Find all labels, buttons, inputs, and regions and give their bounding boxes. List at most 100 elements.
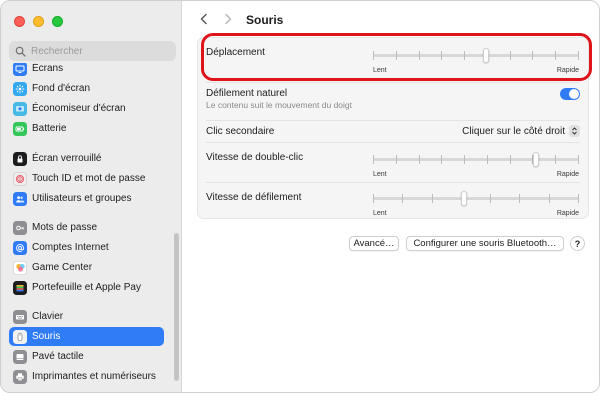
sidebar-item-batterie[interactable]: Batterie	[9, 119, 164, 138]
chevron-left-icon[interactable]	[197, 12, 211, 26]
sidebar-item-imprimantes[interactable]: Imprimantes et numériseurs	[9, 367, 164, 386]
advanced-button[interactable]: Avancé…	[349, 236, 399, 251]
game-center-icon	[13, 260, 27, 275]
trackpad-icon	[13, 349, 27, 364]
sidebar-item-label: Comptes Internet	[32, 242, 109, 253]
wallpaper-icon	[13, 81, 27, 96]
secondary-click-label: Clic secondaire	[206, 126, 275, 137]
sidebar-item-label: Fond d'écran	[32, 83, 91, 94]
fingerprint-icon	[13, 171, 27, 186]
slider-knob[interactable]	[483, 48, 489, 63]
help-button[interactable]: ?	[570, 236, 585, 251]
configure-bluetooth-mouse-button[interactable]: Configurer une souris Bluetooth…	[406, 236, 564, 251]
double-click-speed-label: Vitesse de double-clic	[206, 152, 304, 163]
slider-knob[interactable]	[461, 191, 467, 206]
search-icon	[15, 46, 26, 57]
sidebar-item-label: Utilisateurs et groupes	[32, 193, 132, 204]
printer-icon	[13, 369, 27, 384]
sidebar-item-portefeuille[interactable]: Portefeuille et Apple Pay	[9, 278, 164, 297]
tracking-speed-row: Déplacement Lent Rapide	[198, 38, 588, 82]
sidebar-item-label: Économiseur d'écran	[32, 103, 126, 114]
sidebar-item-label: Souris	[32, 331, 61, 342]
sidebar-list: Écrans Fond d'écran Économiseur d'écran …	[1, 63, 182, 392]
slider-tick	[510, 155, 511, 164]
slider-tick	[532, 51, 533, 60]
slider-tick	[373, 51, 374, 60]
scroll-speed-slider[interactable]: Lent Rapide	[373, 188, 579, 218]
page-title: Souris	[246, 13, 284, 27]
natural-scroll-description: Le contenu suit le mouvement du doigt	[206, 100, 353, 110]
close-window-button[interactable]	[14, 16, 25, 27]
slider-tick	[396, 51, 397, 60]
slider-tick	[419, 155, 420, 164]
sidebar-item-comptes-internet[interactable]: Comptes Internet	[9, 238, 164, 257]
double-click-speed-slider[interactable]: Lent Rapide	[373, 149, 579, 179]
sidebar-item-label: Clavier	[32, 311, 64, 322]
chevron-up-down-icon	[569, 125, 580, 137]
scroll-speed-label: Vitesse de défilement	[206, 192, 302, 203]
zoom-window-button[interactable]	[52, 16, 63, 27]
battery-icon	[13, 121, 27, 136]
users-icon	[13, 191, 27, 206]
display-icon	[13, 63, 27, 76]
sidebar-item-souris[interactable]: Souris	[9, 327, 164, 346]
at-icon	[13, 240, 27, 255]
sidebar-item-game-center[interactable]: Game Center	[9, 258, 164, 277]
sidebar-item-label: Game Center	[32, 262, 93, 273]
slider-tick	[555, 51, 556, 60]
sidebar: Écrans Fond d'écran Économiseur d'écran …	[1, 1, 182, 392]
slider-min-label: Lent	[373, 210, 387, 217]
sidebar-item-label: Écrans	[32, 63, 64, 74]
slider-tick	[464, 155, 465, 164]
slider-min-label: Lent	[373, 171, 387, 178]
slider-tick	[373, 155, 374, 164]
main-pane: Souris Déplacement Lent Rapide Défilemen…	[183, 1, 599, 392]
sidebar-item-label: Pavé tactile	[32, 351, 84, 362]
natural-scroll-label: Défilement naturel	[206, 88, 288, 99]
slider-tick	[578, 155, 579, 164]
keyboard-icon	[13, 309, 27, 324]
slider-tick	[555, 155, 556, 164]
sidebar-item-clavier[interactable]: Clavier	[9, 307, 164, 326]
search-input[interactable]	[31, 45, 171, 57]
slider-min-label: Lent	[373, 67, 387, 74]
key-icon	[13, 220, 27, 235]
slider-tick	[441, 155, 442, 164]
toolbar: Souris	[183, 1, 599, 37]
lock-screen-icon	[13, 151, 27, 166]
secondary-click-popup[interactable]: Cliquer sur le côté droit	[462, 124, 580, 138]
tracking-speed-label: Déplacement	[206, 47, 265, 58]
natural-scroll-toggle[interactable]	[560, 88, 580, 100]
slider-tick	[373, 194, 374, 203]
sidebar-item-mots-de-passe[interactable]: Mots de passe	[9, 218, 164, 237]
sidebar-item-label: Imprimantes et numériseurs	[32, 371, 156, 382]
sidebar-item-ecran-verrouille[interactable]: Écran verrouillé	[9, 149, 164, 168]
sidebar-item-pave-tactile[interactable]: Pavé tactile	[9, 347, 164, 366]
scroll-speed-row: Vitesse de défilement Lent Rapide	[198, 183, 588, 219]
sidebar-item-label: Mots de passe	[32, 222, 98, 233]
mouse-icon	[13, 329, 27, 344]
minimize-window-button[interactable]	[33, 16, 44, 27]
sidebar-item-economiseur[interactable]: Économiseur d'écran	[9, 99, 164, 118]
sidebar-item-touch-id[interactable]: Touch ID et mot de passe	[9, 169, 164, 188]
slider-tick	[578, 194, 579, 203]
sidebar-item-fond-ecran[interactable]: Fond d'écran	[9, 79, 164, 98]
system-settings-window: Écrans Fond d'écran Économiseur d'écran …	[0, 0, 600, 393]
window-controls	[14, 16, 63, 27]
slider-tick	[549, 194, 550, 203]
sidebar-item-utilisateurs[interactable]: Utilisateurs et groupes	[9, 189, 164, 208]
slider-tick	[432, 194, 433, 203]
slider-tick	[396, 155, 397, 164]
slider-tick	[464, 51, 465, 60]
sidebar-item-ecrans[interactable]: Écrans	[9, 63, 164, 78]
slider-knob[interactable]	[533, 152, 539, 167]
search-field[interactable]	[9, 41, 176, 61]
secondary-click-row: Clic secondaire Cliquer sur le côté droi…	[198, 121, 588, 141]
sidebar-scrollbar[interactable]	[174, 233, 179, 381]
screensaver-icon	[13, 101, 27, 116]
slider-tick	[578, 51, 579, 60]
slider-max-label: Rapide	[556, 67, 579, 74]
slider-max-label: Rapide	[556, 171, 579, 178]
tracking-speed-slider[interactable]: Lent Rapide	[373, 45, 579, 75]
chevron-right-icon[interactable]	[221, 12, 235, 26]
